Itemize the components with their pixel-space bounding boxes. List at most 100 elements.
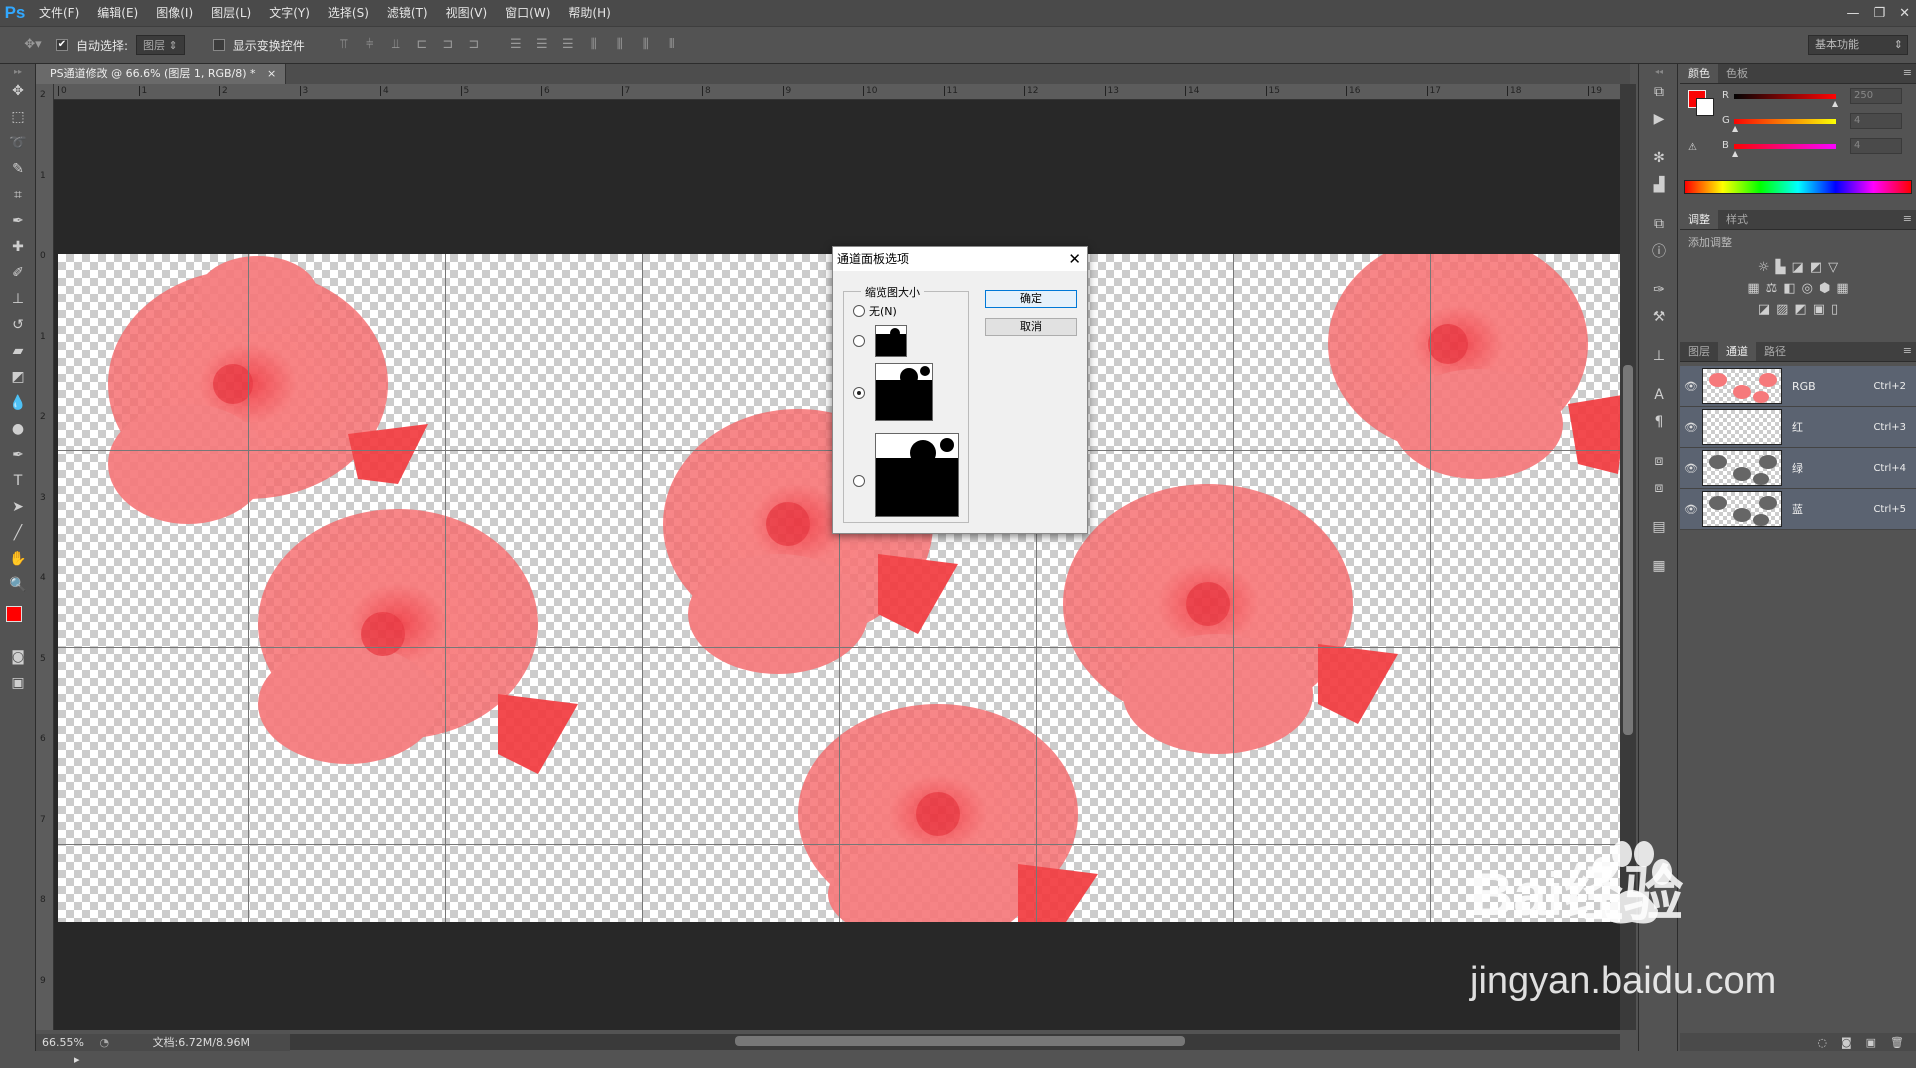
menu-edit[interactable]: 编辑(E) [88, 0, 147, 26]
threshold-icon[interactable]: ◩ [1794, 302, 1806, 317]
ok-button[interactable]: 确定 [985, 290, 1077, 308]
slider-track-g[interactable] [1734, 119, 1836, 124]
value-r[interactable]: 250 [1850, 88, 1902, 104]
crop-tool-icon[interactable]: ⌗ [0, 182, 36, 208]
visibility-eye-icon[interactable]: 👁 [1680, 421, 1702, 434]
distribute-right-icon[interactable]: ⫼ [637, 36, 655, 54]
new-channel-icon[interactable]: ▣ [1866, 1036, 1876, 1049]
show-transform-checkbox[interactable] [212, 39, 225, 51]
character-styles-icon[interactable]: ⧈ [1639, 447, 1679, 474]
tab-paths[interactable]: 路径 [1756, 342, 1794, 361]
line-tool-icon[interactable]: ╱ [0, 520, 36, 546]
align-hcenter-icon[interactable]: ⊐ [439, 36, 457, 54]
minimize-button[interactable]: — [1846, 6, 1859, 21]
load-selection-icon[interactable]: ◌ [1817, 1036, 1827, 1049]
lasso-tool-icon[interactable]: ➰ [0, 130, 36, 156]
pen-tool-icon[interactable]: ✒ [0, 442, 36, 468]
color-balance-icon[interactable]: ⚖ [1766, 281, 1778, 296]
vibrance-icon[interactable]: ▽ [1828, 260, 1838, 275]
close-icon[interactable]: ✕ [1068, 247, 1081, 271]
cancel-button[interactable]: 取消 [985, 318, 1077, 336]
align-vcenter-icon[interactable]: ⫩ [361, 36, 379, 54]
tab-layers[interactable]: 图层 [1680, 342, 1718, 361]
radio-large[interactable] [853, 475, 865, 487]
slider-track-r[interactable] [1734, 94, 1836, 99]
clone-source-icon[interactable]: ⊥ [1639, 342, 1679, 369]
menu-view[interactable]: 视图(V) [437, 0, 497, 26]
selective-color-icon[interactable]: ▣ [1813, 302, 1825, 317]
paint-bucket-tool-icon[interactable]: ◩ [0, 364, 36, 390]
brightness-icon[interactable]: ☼ [1758, 260, 1770, 275]
tab-adjustments[interactable]: 调整 [1680, 210, 1718, 229]
invert-icon[interactable]: ◪ [1758, 302, 1770, 317]
workspace-switcher[interactable]: 基本功能 ⇕ [1808, 35, 1908, 55]
blur-tool-icon[interactable]: 💧 [0, 390, 36, 416]
photo-filter-icon[interactable]: ◎ [1802, 281, 1813, 296]
clone-stamp-tool-icon[interactable]: ⊥ [0, 286, 36, 312]
paragraph-icon[interactable]: ¶ [1639, 408, 1679, 435]
restore-button[interactable]: ❐ [1873, 6, 1885, 21]
gradient-map-icon[interactable]: ▯ [1831, 302, 1838, 317]
menu-help[interactable]: 帮助(H) [559, 0, 619, 26]
align-right-icon[interactable]: ⊐ [465, 36, 483, 54]
channel-row-rgb[interactable]: 👁 RGB Ctrl+2 [1680, 366, 1916, 407]
move-tool-preset-icon[interactable]: ✥▾ [18, 36, 48, 54]
background-swatch[interactable] [1696, 98, 1714, 116]
auto-align-icon[interactable]: ⫴ [663, 36, 681, 54]
foreground-color-swatch[interactable] [6, 606, 22, 622]
layer-comps-icon[interactable]: ▤ [1639, 513, 1679, 540]
zoom-level[interactable]: 66.55% [42, 1036, 84, 1049]
align-left-icon[interactable]: ⊏ [413, 36, 431, 54]
channel-row-blue[interactable]: 👁 蓝 Ctrl+5 [1680, 489, 1916, 530]
distribute-hcenter-icon[interactable]: ⫼ [611, 36, 629, 54]
distribute-left-icon[interactable]: ⫼ [585, 36, 603, 54]
slider-thumb-icon[interactable]: ▲ [1732, 124, 1738, 133]
notes-icon[interactable]: ▦ [1639, 552, 1679, 579]
brush-settings-icon[interactable]: ✻ [1639, 144, 1679, 171]
eraser-tool-icon[interactable]: ▰ [0, 338, 36, 364]
share-icon[interactable]: ◔ [99, 1036, 109, 1049]
history-icon[interactable]: ⧉ [1639, 78, 1679, 105]
tab-swatches[interactable]: 色板 [1718, 64, 1756, 83]
channel-row-green[interactable]: 👁 绿 Ctrl+4 [1680, 448, 1916, 489]
vertical-scroll-thumb[interactable] [1623, 365, 1633, 735]
character-icon[interactable]: A [1639, 381, 1679, 408]
channel-mixer-icon[interactable]: ⬢ [1819, 281, 1830, 296]
menu-file[interactable]: 文件(F) [30, 0, 88, 26]
collapse-arrows-icon[interactable]: ◂◂ [1639, 64, 1679, 78]
slider-track-b[interactable] [1734, 144, 1836, 149]
align-bottom-icon[interactable]: ⫫ [387, 36, 405, 54]
menu-type[interactable]: 文字(Y) [260, 0, 319, 26]
horizontal-scroll-thumb[interactable] [735, 1036, 1185, 1046]
menu-window[interactable]: 窗口(W) [496, 0, 559, 26]
close-tab-icon[interactable]: × [267, 67, 276, 80]
panel-menu-icon[interactable]: ≡ [1903, 210, 1912, 228]
color-lookup-icon[interactable]: ▦ [1836, 281, 1848, 296]
type-tool-icon[interactable]: T [0, 468, 36, 494]
save-selection-icon[interactable]: ◙ [1841, 1036, 1852, 1049]
eyedropper-tool-icon[interactable]: ✒ [0, 208, 36, 234]
color-spectrum-ramp[interactable] [1684, 180, 1912, 194]
radio-medium[interactable] [853, 387, 865, 399]
dodge-tool-icon[interactable]: ● [0, 416, 36, 442]
auto-select-checkbox[interactable]: ✔ [56, 39, 68, 51]
hand-tool-icon[interactable]: ✋ [0, 546, 36, 572]
dialog-titlebar[interactable]: 通道面板选项 ✕ [833, 247, 1087, 271]
slider-thumb-icon[interactable]: ▲ [1732, 149, 1738, 158]
tab-channels[interactable]: 通道 [1718, 342, 1756, 361]
distribute-bottom-icon[interactable]: ☰ [559, 36, 577, 54]
close-window-button[interactable]: ✕ [1899, 6, 1910, 21]
color-swatches[interactable] [0, 598, 36, 644]
menu-filter[interactable]: 滤镜(T) [378, 0, 437, 26]
move-tool-icon[interactable]: ✥ [0, 78, 36, 104]
posterize-icon[interactable]: ▨ [1776, 302, 1788, 317]
hue-saturation-icon[interactable]: ▦ [1747, 281, 1759, 296]
brush-presets-icon[interactable]: ✑ [1639, 276, 1679, 303]
collapse-arrows-icon[interactable]: ▸▸ [0, 64, 36, 78]
screen-mode-icon[interactable]: ▣ [0, 670, 36, 696]
align-top-icon[interactable]: ⫪ [335, 36, 353, 54]
panel-menu-icon[interactable]: ≡ [1903, 342, 1912, 360]
gamut-warning-icon[interactable]: ⚠ [1688, 142, 1697, 153]
status-menu-icon[interactable]: ▸ [74, 1053, 80, 1066]
tab-color[interactable]: 颜色 [1680, 64, 1718, 83]
